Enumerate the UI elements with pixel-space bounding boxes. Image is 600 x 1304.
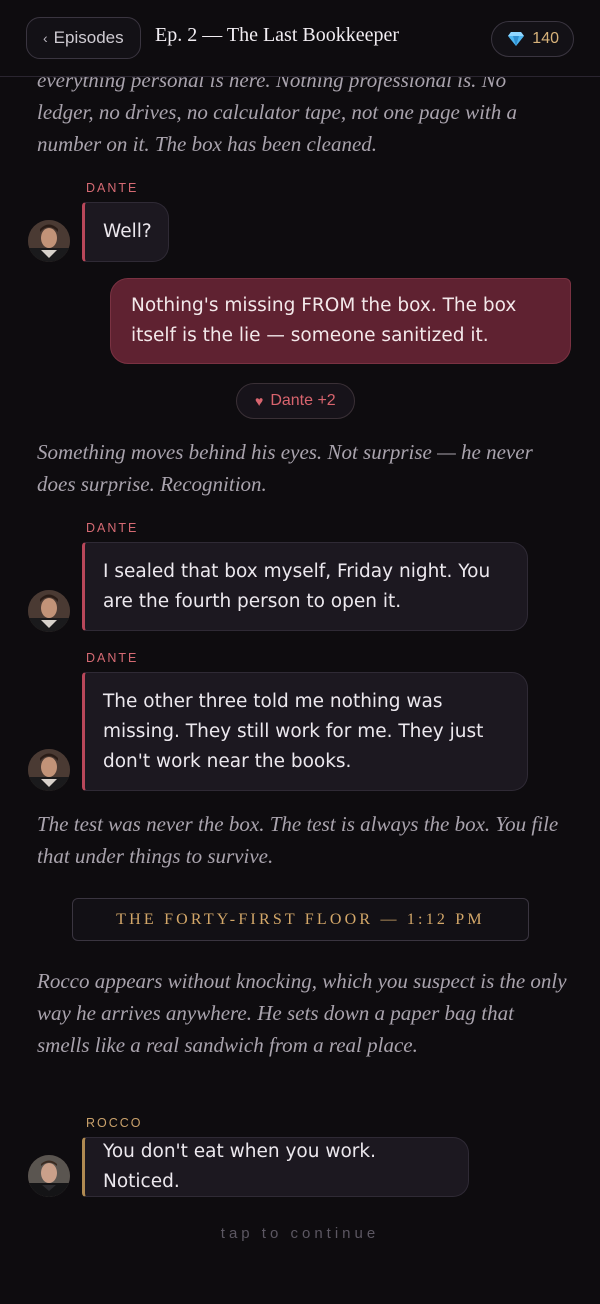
gem-count: 140 (532, 30, 559, 47)
back-button-label: Episodes (53, 28, 124, 47)
speaker-name: DANTE (86, 521, 139, 535)
narration-text: everything personal is here. Nothing pro… (37, 68, 518, 156)
rocco-message-text: You don't eat when you work. Noticed. (103, 1141, 376, 1192)
dante-message-bubble: Well? (82, 202, 169, 262)
speaker-name: DANTE (86, 651, 139, 665)
affinity-label: Dante +2 (270, 392, 336, 409)
scene-location-card: THE FORTY-FIRST FLOOR — 1:12 PM (72, 898, 529, 941)
rocco-message-bubble: You don't eat when you work. Noticed. (82, 1137, 469, 1197)
heart-icon: ♥ (255, 393, 264, 409)
speaker-name: DANTE (86, 181, 139, 195)
narration-text: Rocco appears without knocking, which yo… (37, 969, 567, 1057)
player-message-text: Nothing's missing FROM the box. The box … (131, 295, 517, 346)
speaker-name: ROCCO (86, 1116, 143, 1130)
dante-message-bubble: I sealed that box myself, Friday night. … (82, 542, 528, 631)
affinity-badge: ♥ Dante +2 (236, 383, 355, 419)
narration-text: Something moves behind his eyes. Not sur… (37, 440, 533, 496)
back-to-episodes-button[interactable]: ‹ Episodes (26, 17, 141, 59)
dante-avatar (28, 220, 70, 262)
chevron-left-icon: ‹ (43, 30, 48, 46)
tap-to-continue-hint[interactable]: tap to continue (0, 1225, 600, 1242)
rocco-avatar (28, 1155, 70, 1197)
gem-balance[interactable]: 140 (491, 21, 574, 57)
dante-message-text: The other three told me nothing was miss… (103, 690, 484, 772)
dante-message-bubble: The other three told me nothing was miss… (82, 672, 528, 791)
dante-avatar (28, 590, 70, 632)
gem-icon (508, 32, 525, 46)
episode-title: Ep. 2 — The Last Bookkeeper (155, 24, 400, 46)
narration-text: The test was never the box. The test is … (37, 812, 559, 868)
player-message-bubble: Nothing's missing FROM the box. The box … (110, 278, 571, 364)
top-bar: ‹ Episodes Ep. 2 — The Last Bookkeeper 1… (0, 0, 600, 77)
dante-avatar (28, 749, 70, 791)
dante-message-text: Well? (103, 221, 152, 242)
dante-message-text: I sealed that box myself, Friday night. … (103, 560, 491, 612)
